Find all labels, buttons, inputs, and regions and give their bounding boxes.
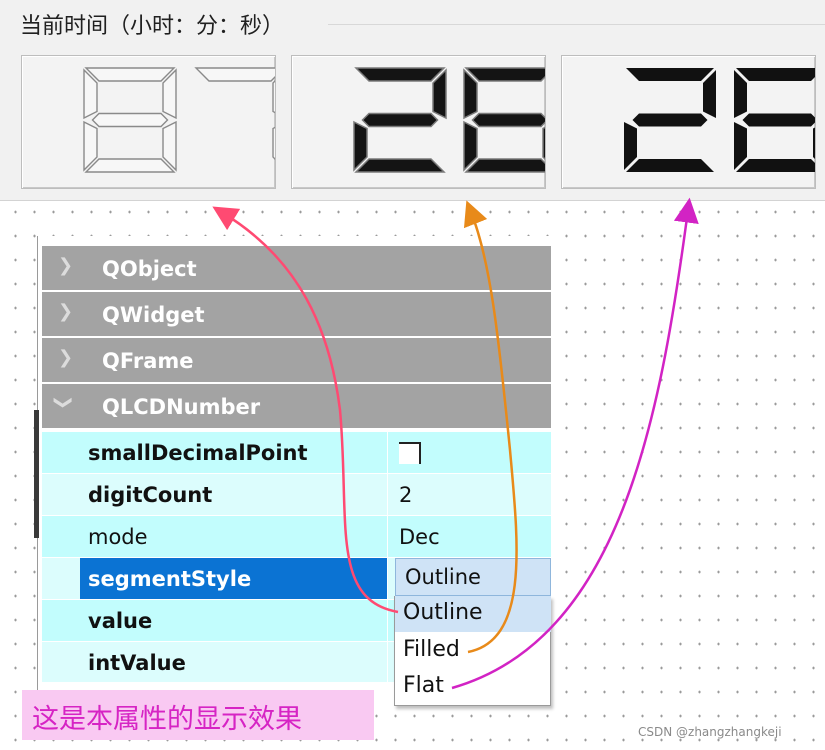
annotation-label: 这是本属性的显示效果	[22, 690, 374, 740]
flat-arrow	[451, 197, 699, 690]
filled-arrow	[463, 200, 518, 654]
annotation-arrows	[212, 197, 699, 690]
outline-arrow	[212, 206, 399, 614]
watermark: CSDN @zhangzhangkeji	[638, 725, 782, 739]
